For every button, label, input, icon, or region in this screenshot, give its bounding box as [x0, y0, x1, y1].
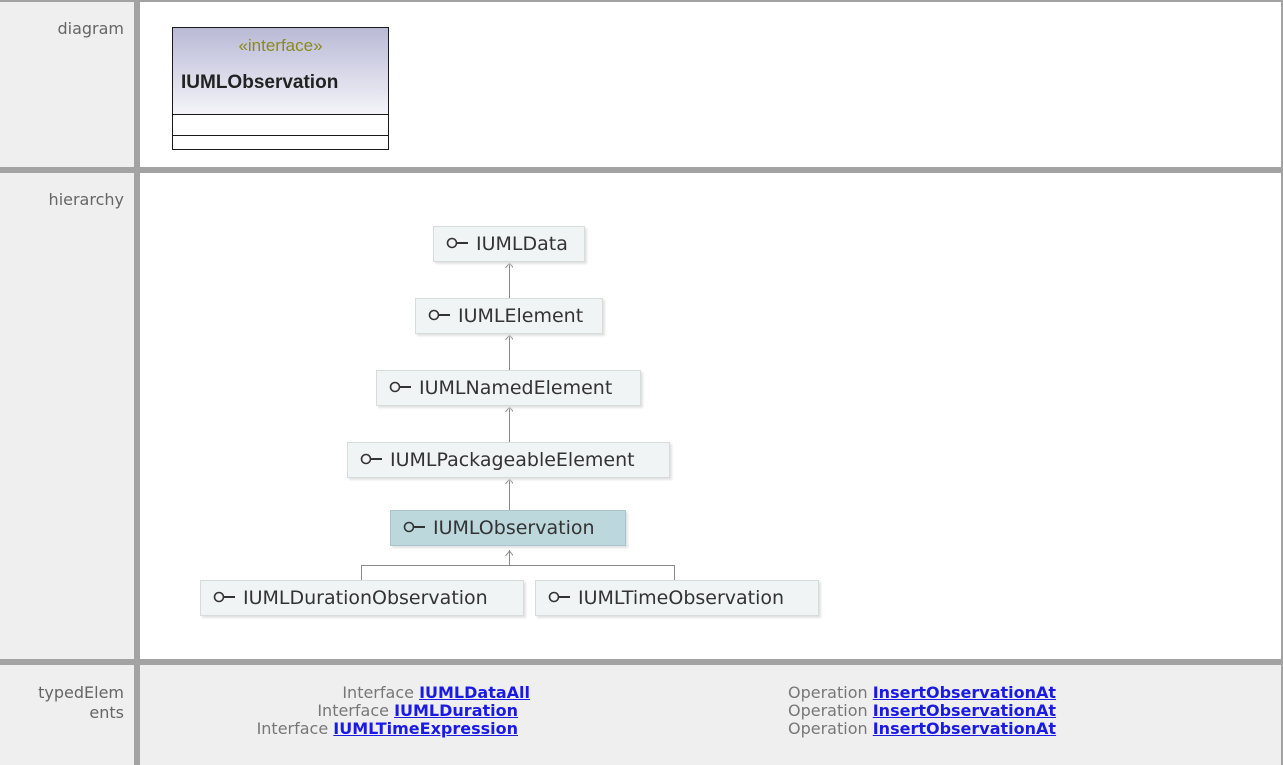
typed-element-link[interactable]: InsertObservationAt	[873, 701, 1056, 720]
diagram-cell: «interface» IUMLObservation	[140, 2, 1281, 167]
hierarchy-node-iumlobservation[interactable]: IUMLObservation	[390, 510, 626, 546]
node-label: IUMLTimeObservation	[578, 587, 785, 609]
hierarchy-node-iumltimeobservation[interactable]: IUMLTimeObservation	[535, 580, 819, 616]
generalization-arrow-icon	[505, 478, 513, 484]
row-label-typed-elements: typedElem ents	[0, 665, 134, 765]
typed-element-link[interactable]: InsertObservationAt	[873, 719, 1056, 738]
row-label-typed-line1: typedElem	[38, 683, 124, 702]
row-label-diagram: diagram	[0, 2, 134, 167]
typed-elements-cell: Interface IUMLDataAll Interface IUMLDura…	[140, 665, 1281, 765]
interface-lollipop-icon	[446, 237, 468, 248]
row-label-hierarchy: hierarchy	[0, 173, 134, 659]
typed-element-link[interactable]: InsertObservationAt	[873, 683, 1056, 702]
typed-element-row: Interface IUMLDuration	[140, 702, 518, 720]
row-label-diagram-text: diagram	[57, 19, 124, 38]
typed-element-row: Operation InsertObservationAt	[788, 720, 1056, 738]
interface-lollipop-icon	[428, 309, 450, 320]
generalization-arrow-icon	[505, 262, 513, 268]
hierarchy-node-iumlelement[interactable]: IUMLElement	[415, 298, 603, 334]
uml-class-name: IUMLObservation	[181, 72, 339, 93]
generalization-arrow-icon	[505, 406, 513, 412]
row-label-hierarchy-text: hierarchy	[48, 190, 124, 209]
generalization-arrow-icon	[505, 334, 513, 340]
element-kind: Interface	[317, 701, 389, 720]
node-label: IUMLDurationObservation	[243, 587, 488, 609]
generalization-line	[361, 565, 362, 580]
node-label: IUMLData	[476, 233, 568, 255]
element-kind: Operation	[788, 719, 868, 738]
typed-element-link[interactable]: IUMLDataAll	[419, 683, 530, 702]
uml-stereotype: «interface»	[238, 36, 323, 55]
typed-element-link[interactable]: IUMLDuration	[394, 701, 518, 720]
interface-lollipop-icon	[389, 381, 411, 392]
doc-table: diagram «interface» IUMLObservation hier…	[0, 0, 1283, 765]
element-kind: Interface	[256, 719, 329, 738]
interface-lollipop-icon	[213, 591, 235, 602]
typed-element-row: Operation InsertObservationAt	[788, 702, 1056, 720]
generalization-arrow-icon	[505, 550, 513, 556]
generalization-line	[361, 565, 675, 566]
element-kind: Operation	[788, 683, 868, 702]
typed-element-row: Interface IUMLTimeExpression	[140, 720, 518, 738]
typed-element-row: Operation InsertObservationAt	[788, 684, 1056, 702]
typed-element-row: Interface IUMLDataAll	[140, 684, 530, 702]
hierarchy-node-iumlpackageableelement[interactable]: IUMLPackageableElement	[347, 442, 670, 478]
row-label-typed-line2: ents	[89, 703, 124, 722]
element-kind: Interface	[342, 683, 414, 702]
typed-element-link[interactable]: IUMLTimeExpression	[333, 719, 518, 738]
interface-lollipop-icon	[548, 591, 570, 602]
interface-lollipop-icon	[360, 453, 382, 464]
generalization-line	[674, 565, 675, 580]
element-kind: Operation	[788, 701, 868, 720]
hierarchy-cell: IUMLData IUMLElement IUMLNamedElement IU…	[140, 173, 1281, 659]
node-label: IUMLElement	[458, 305, 584, 327]
uml-compartment-divider	[173, 114, 388, 115]
hierarchy-node-iumldurationobservation[interactable]: IUMLDurationObservation	[200, 580, 524, 616]
uml-compartment-divider	[173, 135, 388, 136]
hierarchy-node-iumlnamedelement[interactable]: IUMLNamedElement	[376, 370, 641, 406]
node-label: IUMLNamedElement	[419, 377, 613, 399]
interface-lollipop-icon	[403, 521, 425, 532]
uml-class-box[interactable]: «interface» IUMLObservation	[172, 27, 389, 150]
hierarchy-node-iumldata[interactable]: IUMLData	[433, 226, 585, 262]
node-label: IUMLObservation	[433, 517, 595, 539]
node-label: IUMLPackageableElement	[390, 449, 635, 471]
